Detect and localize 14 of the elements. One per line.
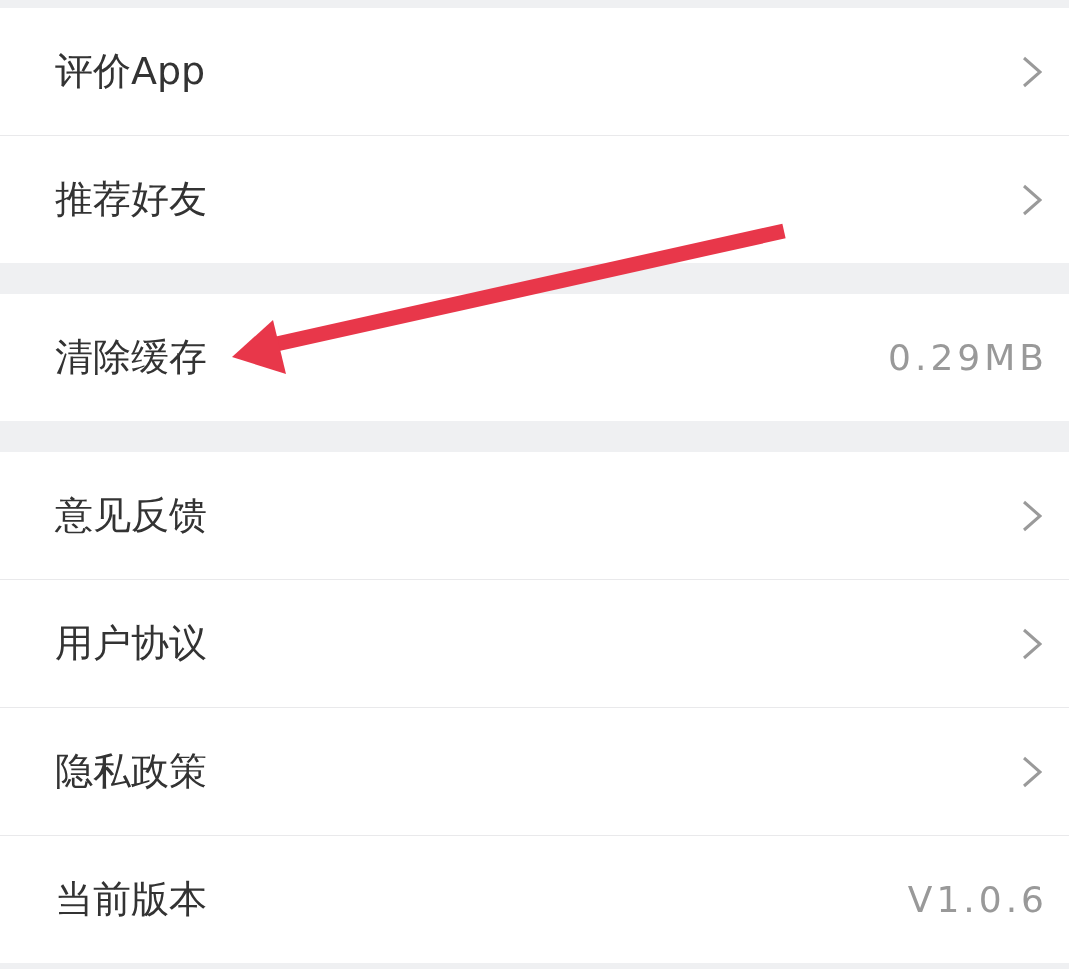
row-label: 用户协议 (55, 620, 207, 667)
row-label: 当前版本 (55, 876, 207, 923)
row-label: 意见反馈 (55, 492, 207, 539)
chevron-right-icon (1022, 755, 1042, 788)
row-label: 推荐好友 (55, 176, 207, 223)
chevron-right-icon (1022, 55, 1042, 88)
row-label: 评价App (55, 48, 206, 95)
row-value: 0.29MB (888, 337, 1048, 378)
row-value: V1.0.6 (907, 879, 1048, 920)
chevron-right-icon (1022, 183, 1042, 216)
chevron-right-icon (1022, 627, 1042, 660)
chevron-right-icon (1022, 499, 1042, 532)
row-label: 清除缓存 (55, 334, 207, 381)
row-label: 隐私政策 (55, 748, 207, 795)
